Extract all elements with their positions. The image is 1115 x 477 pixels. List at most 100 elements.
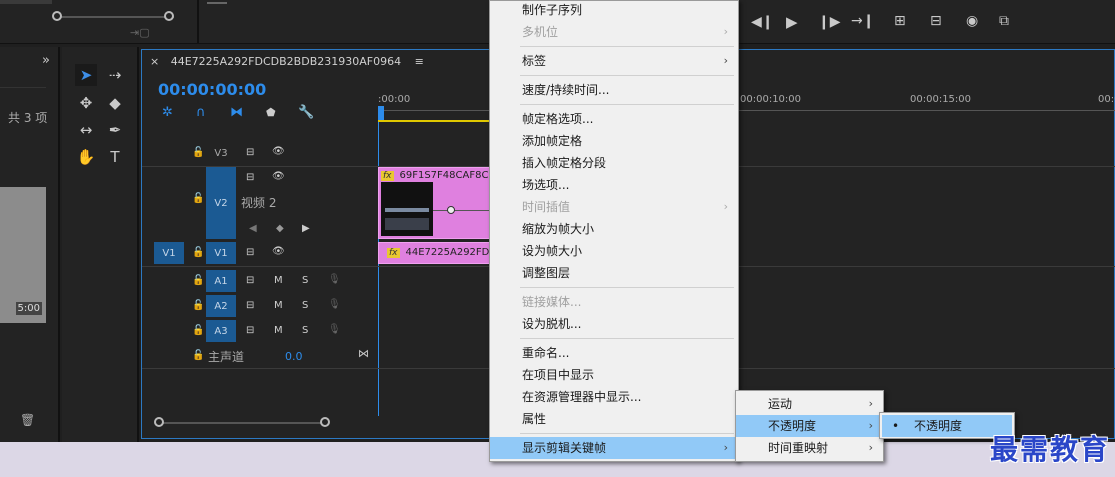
work-area-bar[interactable] [378, 120, 498, 122]
snap-icon[interactable]: ∩ [196, 105, 206, 120]
solo-button[interactable]: S [302, 300, 308, 311]
lock-icon[interactable]: 🔓 [192, 193, 204, 204]
panel-more-icon[interactable]: » [42, 53, 50, 68]
menu-item-multicam[interactable]: 多机位 › [490, 21, 738, 43]
sync-lock-icon[interactable]: ⊟ [246, 172, 254, 183]
solo-button[interactable]: S [302, 325, 308, 336]
track-select-tool-icon[interactable]: ⇢ [104, 64, 126, 86]
lift-icon[interactable]: ⊞ [894, 13, 906, 29]
menu-item-make-subsequence[interactable]: 制作子序列 [490, 0, 738, 21]
step-forward-icon[interactable]: ❙▶ [818, 14, 841, 30]
playhead-handle[interactable] [378, 106, 384, 120]
sync-lock-icon[interactable]: ⊟ [246, 325, 254, 336]
wrench-icon[interactable]: 🔧 [298, 105, 314, 120]
program-scrub-bar[interactable] [207, 2, 227, 4]
sync-lock-icon[interactable]: ⊟ [246, 275, 254, 286]
pen-tool-icon[interactable]: ✒ [104, 119, 126, 141]
slip-tool-icon[interactable]: ↔ [75, 119, 97, 141]
menu-item-time-interpolation[interactable]: 时间插值 › [490, 196, 738, 218]
lock-icon[interactable]: 🔓 [192, 247, 204, 258]
lock-icon[interactable]: 🔓 [192, 275, 204, 286]
panel-menu-icon[interactable]: ≡ [415, 55, 424, 68]
lock-icon[interactable]: 🔓 [192, 147, 204, 158]
sync-lock-icon[interactable]: ⊟ [246, 247, 254, 258]
linked-selection-icon[interactable]: ⧓ [230, 105, 243, 120]
master-volume[interactable]: 0.0 [285, 350, 303, 363]
opacity-rubber-band[interactable] [433, 210, 491, 211]
menu-item-properties[interactable]: 属性 [490, 408, 738, 430]
go-to-out-icon[interactable]: →❙ [851, 13, 874, 29]
timeline-zoom-bar[interactable] [156, 422, 328, 424]
nest-icon[interactable]: ✲ [162, 105, 173, 120]
keyframe-icon[interactable] [447, 206, 455, 214]
step-back-icon[interactable]: ◀❙ [751, 14, 774, 30]
menu-item-add-frame-hold[interactable]: 添加帧定格 [490, 130, 738, 152]
clip-v1[interactable]: fx 44E7225A292FDCDE [378, 242, 510, 264]
menu-item-label-color[interactable]: 标签 › [490, 50, 738, 72]
selection-tool-icon[interactable]: ➤ [75, 64, 97, 86]
lock-icon[interactable]: 🔓 [192, 325, 204, 336]
menu-item-reveal-in-project[interactable]: 在项目中显示 [490, 364, 738, 386]
add-marker-icon[interactable]: ⬟ [266, 106, 276, 119]
type-tool-icon[interactable]: T [104, 146, 126, 168]
extract-icon[interactable]: ⊟ [930, 13, 942, 29]
eye-icon[interactable]: 👁 [272, 171, 285, 182]
track-a2-target[interactable]: A2 [206, 295, 236, 317]
master-expand-icon[interactable]: ⋈ [358, 347, 369, 360]
solo-button[interactable]: S [302, 275, 308, 286]
track-a1-target[interactable]: A1 [206, 270, 236, 292]
playhead-timecode[interactable]: 00:00:00:00 [158, 80, 266, 99]
eye-icon[interactable]: 👁 [272, 146, 285, 157]
sync-lock-icon[interactable]: ⊟ [246, 147, 254, 158]
menu-item-reveal-in-explorer[interactable]: 在资源管理器中显示... [490, 386, 738, 408]
next-keyframe-icon[interactable]: ▶ [302, 223, 310, 234]
mute-button[interactable]: M [274, 325, 283, 336]
microphone-icon[interactable]: 🎙 [328, 299, 341, 310]
fx-badge[interactable]: fx [381, 170, 394, 181]
menu-item-make-offline[interactable]: 设为脱机... [490, 313, 738, 335]
menu-item-set-to-frame-size[interactable]: 设为帧大小 [490, 240, 738, 262]
lock-icon[interactable]: 🔓 [192, 350, 204, 361]
source-scrub-end-handle[interactable] [164, 11, 174, 21]
fx-badge[interactable]: fx [387, 247, 400, 258]
sequence-tab[interactable]: × 44E7225A292FDCDB2BDB231930AF0964 ≡ [150, 55, 424, 68]
mute-button[interactable]: M [274, 300, 283, 311]
submenu-item-time-remapping[interactable]: 时间重映射 › [736, 437, 883, 459]
hand-tool-icon[interactable]: ✋ [75, 146, 97, 168]
menu-item-link-media[interactable]: 链接媒体... [490, 291, 738, 313]
track-v1-source[interactable]: V1 [154, 242, 184, 264]
clip-v2[interactable]: fx 69F1S7F48CAF8C16 [378, 167, 501, 239]
source-export-icon[interactable]: ⇥▢ [130, 26, 150, 39]
eye-icon[interactable]: 👁 [272, 246, 285, 257]
microphone-icon[interactable]: 🎙 [328, 274, 341, 285]
menu-item-show-clip-keyframes[interactable]: 显示剪辑关键帧 › [490, 437, 738, 459]
track-v2-target[interactable]: V2 [206, 167, 236, 239]
menu-item-rename[interactable]: 重命名... [490, 342, 738, 364]
ripple-edit-tool-icon[interactable]: ✥ [75, 92, 97, 114]
zoom-start-handle[interactable] [154, 417, 164, 427]
track-v1-target[interactable]: V1 [206, 242, 236, 264]
prev-keyframe-icon[interactable]: ◀ [249, 223, 257, 234]
menu-item-field-options[interactable]: 场选项... [490, 174, 738, 196]
track-a3-target[interactable]: A3 [206, 320, 236, 342]
export-frame-icon[interactable]: ◉ [966, 13, 978, 29]
add-keyframe-icon[interactable]: ◆ [276, 223, 284, 234]
track-v3-target[interactable]: V3 [206, 143, 236, 163]
close-tab-icon[interactable]: × [150, 55, 159, 68]
source-scrub-start-handle[interactable] [52, 11, 62, 21]
source-scrub-bar[interactable] [56, 16, 174, 18]
razor-tool-icon[interactable]: ◆ [104, 92, 126, 114]
mute-button[interactable]: M [274, 275, 283, 286]
menu-item-speed-duration[interactable]: 速度/持续时间... [490, 79, 738, 101]
clip-thumbnail[interactable]: 5:00 [0, 187, 46, 323]
microphone-icon[interactable]: 🎙 [328, 324, 341, 335]
submenu-item-motion[interactable]: 运动 › [736, 393, 883, 415]
submenu-item-opacity[interactable]: 不透明度 › [736, 415, 883, 437]
menu-item-insert-frame-hold-segment[interactable]: 插入帧定格分段 [490, 152, 738, 174]
comparison-view-icon[interactable]: ⧉ [999, 13, 1009, 29]
zoom-end-handle[interactable] [320, 417, 330, 427]
menu-item-scale-to-frame-size[interactable]: 缩放为帧大小 [490, 218, 738, 240]
menu-item-adjustment-layer[interactable]: 调整图层 [490, 262, 738, 284]
play-icon[interactable]: ▶ [786, 13, 798, 31]
sync-lock-icon[interactable]: ⊟ [246, 300, 254, 311]
